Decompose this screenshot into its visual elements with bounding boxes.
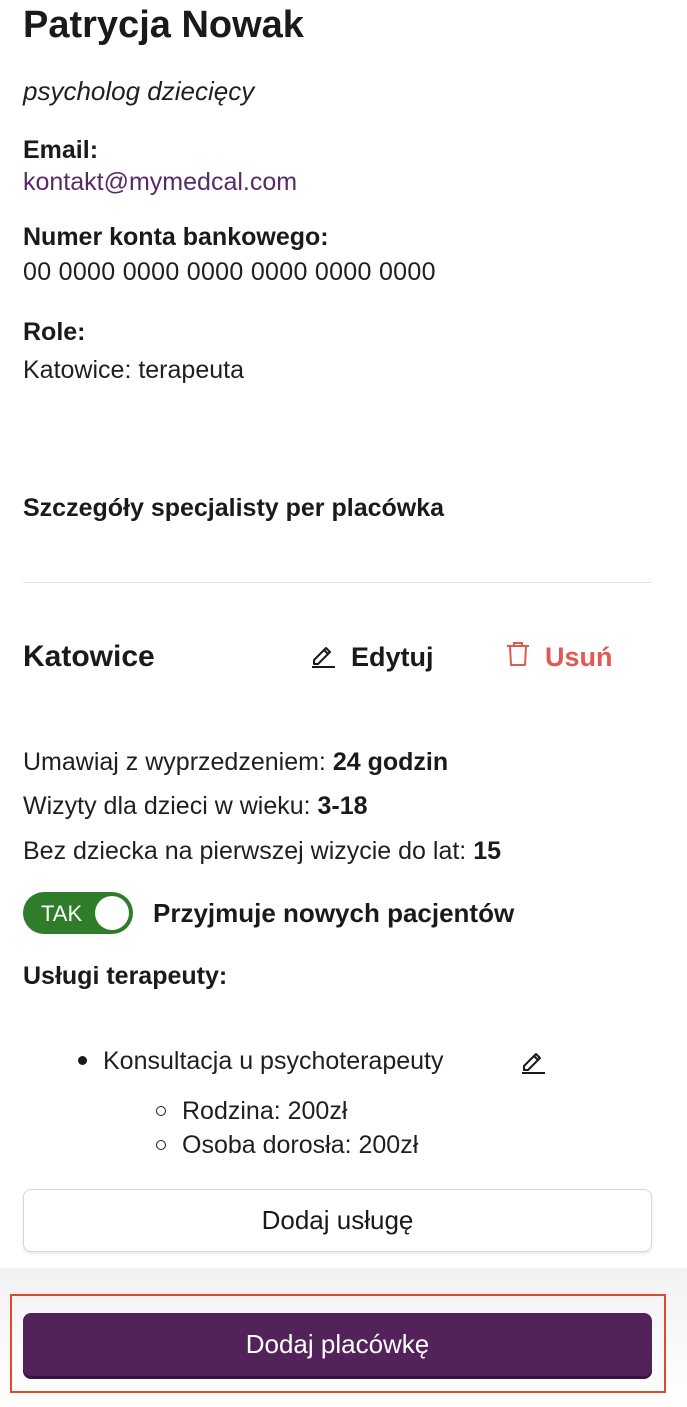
specialist-name: Patrycja Nowak [23, 4, 304, 46]
toggle-state-text: TAK [41, 901, 83, 926]
sub-list-bullet [156, 1140, 166, 1150]
section-divider [23, 582, 652, 583]
pencil-icon [519, 1053, 547, 1078]
service-price-item: Rodzina: 200zł [182, 1097, 348, 1125]
bank-account-label: Numer konta bankowego: [23, 223, 329, 251]
trash-icon [505, 640, 531, 675]
age-range-row: Wizyty dla dzieci w wieku: 3-18 [23, 792, 368, 821]
advance-booking-label: Umawiaj z wyprzedzeniem: [23, 748, 326, 776]
new-patients-toggle[interactable]: TAK [23, 892, 133, 934]
email-link[interactable]: kontakt@mymedcal.com [23, 168, 297, 197]
pencil-icon [309, 640, 337, 675]
services-title: Usługi terapeuty: [23, 962, 228, 990]
no-child-value: 15 [473, 837, 502, 865]
roles-value: Katowice: terapeuta [23, 356, 244, 384]
bank-account-value: 00 0000 0000 0000 0000 0000 0000 [23, 258, 436, 286]
sub-list-bullet [156, 1106, 166, 1116]
delete-label: Usuń [545, 642, 613, 672]
advance-booking-value: 24 godzin [332, 748, 449, 776]
add-clinic-button[interactable]: Dodaj placówkę [23, 1313, 652, 1376]
clinic-name: Katowice [23, 640, 155, 673]
specialist-profession: psycholog dziecięcy [23, 76, 255, 106]
roles-label: Role: [23, 318, 86, 346]
advance-booking-row: Umawiaj z wyprzedzeniem: 24 godzin [23, 748, 448, 777]
edit-service-button[interactable] [519, 1046, 547, 1079]
no-child-label: Bez dziecka na pierwszej wizycie do lat: [23, 837, 467, 865]
list-bullet [78, 1056, 87, 1065]
add-service-button[interactable]: Dodaj usługę [23, 1189, 652, 1252]
age-range-label: Wizyty dla dzieci w wieku: [23, 792, 311, 820]
no-child-row: Bez dziecka na pierwszej wizycie do lat:… [23, 837, 501, 866]
section-title: Szczegóły specjalisty per placówka [23, 494, 445, 522]
age-range-value: 3-18 [317, 792, 368, 820]
email-label: Email: [23, 136, 99, 164]
edit-label: Edytuj [351, 642, 434, 672]
new-patients-label: Przyjmuje nowych pacjentów [153, 898, 515, 928]
toggle-knob [95, 896, 129, 930]
service-price-item: Osoba dorosła: 200zł [182, 1131, 419, 1159]
delete-clinic-button[interactable]: Usuń [505, 640, 613, 675]
edit-clinic-button[interactable]: Edytuj [309, 640, 434, 675]
service-name: Konsultacja u psychoterapeuty [103, 1047, 444, 1075]
